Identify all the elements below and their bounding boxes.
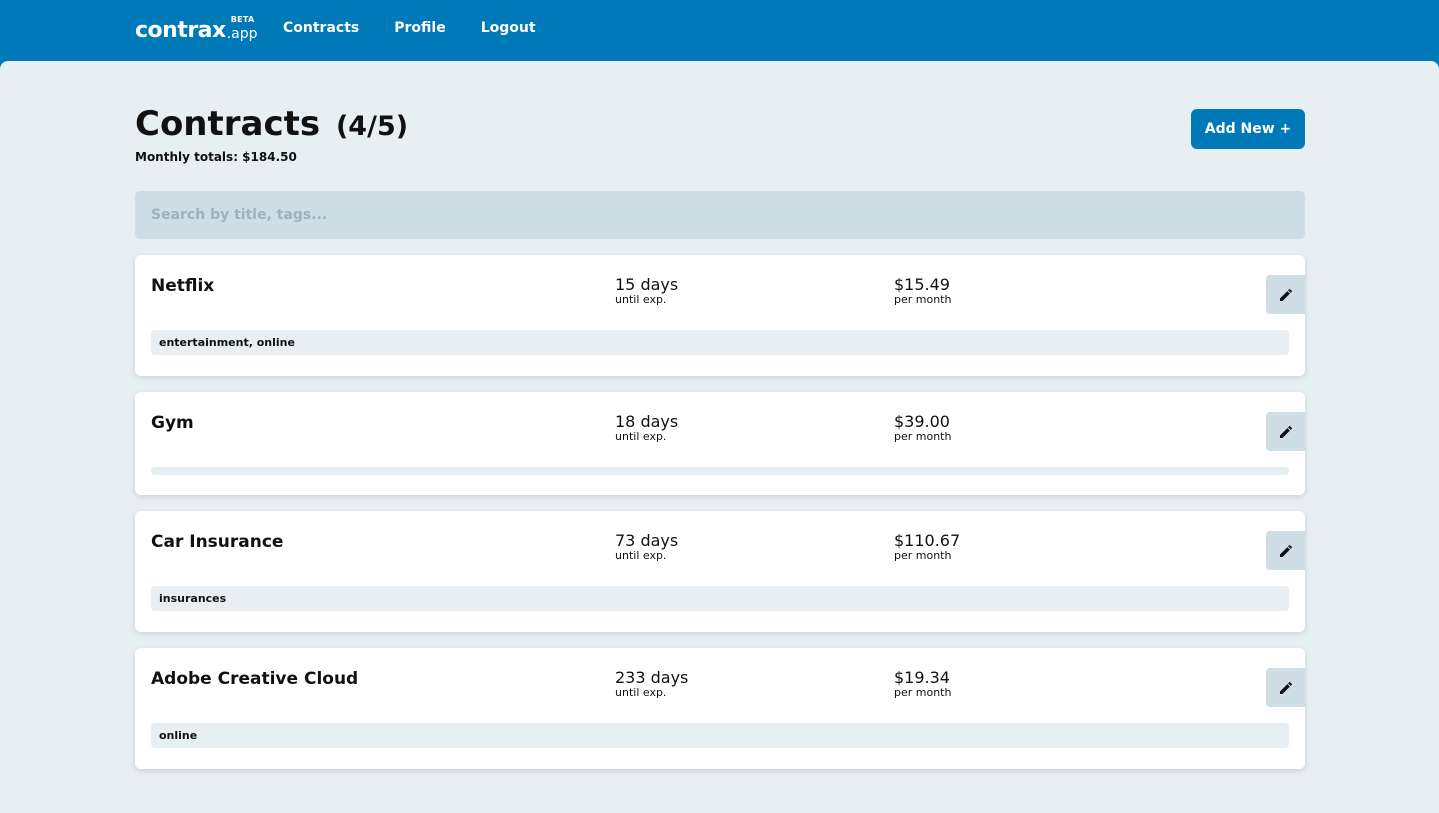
contract-title: Netflix (151, 276, 215, 296)
contract-title: Car Insurance (151, 532, 284, 552)
tags-bar (151, 467, 1289, 475)
nav-profile[interactable]: Profile (394, 20, 445, 36)
nav-contracts[interactable]: Contracts (283, 20, 359, 36)
days-caption: until exp. (615, 430, 667, 443)
main-nav: Contracts Profile Logout (283, 20, 571, 36)
price-value: $15.49 (894, 275, 950, 294)
days-value: 73 days (615, 531, 679, 550)
price-caption: per month (894, 293, 952, 306)
logo-suffix: BETA .app (227, 15, 258, 43)
tags-bar: online (151, 723, 1289, 748)
days-until-expiry: 233 days until exp. (615, 668, 688, 699)
price-value: $110.67 (894, 531, 961, 550)
days-value: 15 days (615, 275, 679, 294)
page-title-text: Contracts (135, 104, 321, 144)
contract-card: Netflix 15 days until exp. $15.49 per mo… (135, 255, 1305, 376)
app-logo[interactable]: contrax BETA .app (135, 15, 258, 44)
contract-card: Adobe Creative Cloud 233 days until exp.… (135, 648, 1305, 769)
top-navbar: contrax BETA .app Contracts Profile Logo… (0, 0, 1439, 61)
days-until-expiry: 73 days until exp. (615, 531, 678, 562)
price-caption: per month (894, 686, 952, 699)
days-caption: until exp. (615, 549, 667, 562)
price-caption: per month (894, 430, 952, 443)
days-caption: until exp. (615, 293, 667, 306)
monthly-price: $110.67 per month (894, 531, 960, 562)
monthly-totals: Monthly totals: $184.50 (135, 150, 297, 164)
page-header: Contracts (4/5) Monthly totals: $184.50 (135, 103, 408, 164)
pencil-icon (1279, 544, 1292, 557)
contract-card: Car Insurance 73 days until exp. $110.67… (135, 511, 1305, 632)
edit-button[interactable] (1266, 275, 1305, 314)
days-until-expiry: 18 days until exp. (615, 412, 678, 443)
tags-bar: entertainment, online (151, 330, 1289, 355)
contract-card: Gym 18 days until exp. $39.00 per month (135, 392, 1305, 495)
days-caption: until exp. (615, 686, 667, 699)
logo-text: contrax (135, 18, 226, 43)
pencil-icon (1279, 681, 1292, 694)
price-value: $19.34 (894, 668, 950, 687)
search-input[interactable] (135, 191, 1305, 239)
contract-count: (4/5) (335, 111, 409, 142)
monthly-price: $19.34 per month (894, 668, 951, 699)
contract-title: Gym (151, 413, 194, 433)
price-value: $39.00 (894, 412, 950, 431)
price-caption: per month (894, 549, 952, 562)
edit-button[interactable] (1266, 412, 1305, 451)
edit-button[interactable] (1266, 668, 1305, 707)
days-until-expiry: 15 days until exp. (615, 275, 678, 306)
days-value: 233 days (615, 668, 689, 687)
monthly-price: $15.49 per month (894, 275, 951, 306)
beta-badge: BETA (230, 15, 255, 24)
main-content: Contracts (4/5) Monthly totals: $184.50 … (0, 61, 1439, 813)
nav-logout[interactable]: Logout (481, 20, 536, 36)
pencil-icon (1279, 288, 1292, 301)
page-title: Contracts (4/5) (135, 103, 408, 148)
edit-button[interactable] (1266, 531, 1305, 570)
pencil-icon (1279, 425, 1292, 438)
days-value: 18 days (615, 412, 679, 431)
monthly-price: $39.00 per month (894, 412, 951, 443)
add-new-button[interactable]: Add New + (1191, 109, 1305, 149)
tags-bar: insurances (151, 586, 1289, 611)
contract-title: Adobe Creative Cloud (151, 669, 359, 689)
